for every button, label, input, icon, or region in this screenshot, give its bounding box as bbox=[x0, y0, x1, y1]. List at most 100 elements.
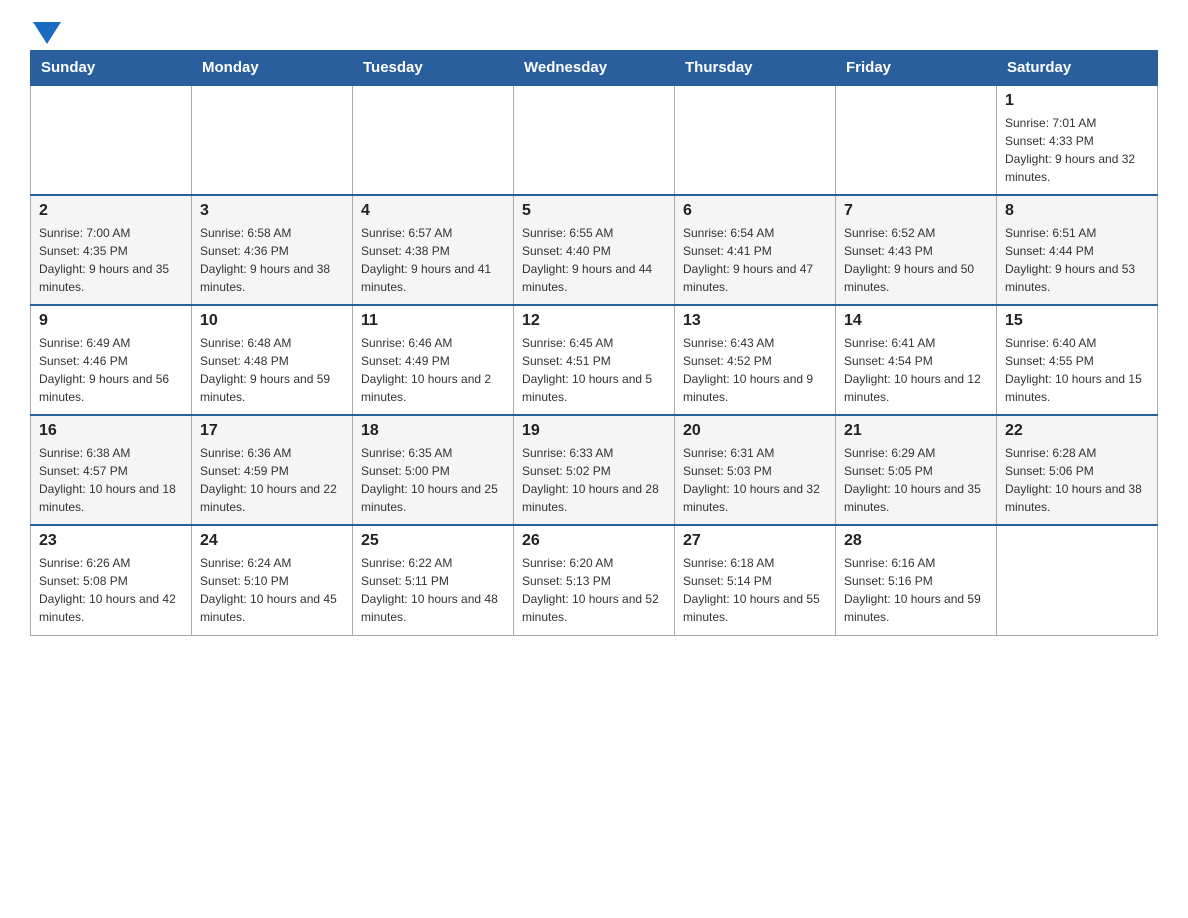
day-number: 20 bbox=[683, 422, 827, 440]
calendar-cell: 10 Sunrise: 6:48 AMSunset: 4:48 PMDayligh… bbox=[192, 305, 353, 415]
column-header-thursday: Thursday bbox=[675, 51, 836, 86]
day-number: 10 bbox=[200, 312, 344, 330]
day-info: Sunrise: 6:36 AMSunset: 4:59 PMDaylight:… bbox=[200, 444, 344, 516]
day-number: 22 bbox=[1005, 422, 1149, 440]
day-info: Sunrise: 6:49 AMSunset: 4:46 PMDaylight:… bbox=[39, 334, 183, 406]
day-info: Sunrise: 6:26 AMSunset: 5:08 PMDaylight:… bbox=[39, 554, 183, 626]
day-number: 15 bbox=[1005, 312, 1149, 330]
day-info: Sunrise: 6:52 AMSunset: 4:43 PMDaylight:… bbox=[844, 224, 988, 296]
calendar-cell bbox=[31, 85, 192, 195]
calendar-cell: 7 Sunrise: 6:52 AMSunset: 4:43 PMDaylight… bbox=[836, 195, 997, 305]
calendar-cell: 4Sunrise: 6:57 AMSunset: 4:38 PMDaylight… bbox=[353, 195, 514, 305]
calendar-cell: 24 Sunrise: 6:24 AMSunset: 5:10 PMDayligh… bbox=[192, 525, 353, 635]
day-number: 25 bbox=[361, 532, 505, 550]
day-info: Sunrise: 6:22 AMSunset: 5:11 PMDaylight:… bbox=[361, 554, 505, 626]
calendar-cell: 8 Sunrise: 6:51 AMSunset: 4:44 PMDaylight… bbox=[997, 195, 1158, 305]
day-info: Sunrise: 6:45 AMSunset: 4:51 PMDaylight:… bbox=[522, 334, 666, 406]
day-info: Sunrise: 6:20 AMSunset: 5:13 PMDaylight:… bbox=[522, 554, 666, 626]
day-info: Sunrise: 6:57 AMSunset: 4:38 PMDaylight:… bbox=[361, 224, 505, 296]
day-info: Sunrise: 6:33 AMSunset: 5:02 PMDaylight:… bbox=[522, 444, 666, 516]
day-info: Sunrise: 7:01 AMSunset: 4:33 PMDaylight:… bbox=[1005, 114, 1149, 186]
day-number: 16 bbox=[39, 422, 183, 440]
day-number: 3 bbox=[200, 202, 344, 220]
calendar-cell: 23 Sunrise: 6:26 AMSunset: 5:08 PMDayligh… bbox=[31, 525, 192, 635]
day-number: 18 bbox=[361, 422, 505, 440]
day-info: Sunrise: 6:31 AMSunset: 5:03 PMDaylight:… bbox=[683, 444, 827, 516]
day-info: Sunrise: 6:55 AMSunset: 4:40 PMDaylight:… bbox=[522, 224, 666, 296]
calendar-cell bbox=[836, 85, 997, 195]
day-info: Sunrise: 7:00 AMSunset: 4:35 PMDaylight:… bbox=[39, 224, 183, 296]
day-number: 28 bbox=[844, 532, 988, 550]
calendar-cell: 22 Sunrise: 6:28 AMSunset: 5:06 PMDayligh… bbox=[997, 415, 1158, 525]
day-number: 23 bbox=[39, 532, 183, 550]
calendar-cell: 21 Sunrise: 6:29 AMSunset: 5:05 PMDayligh… bbox=[836, 415, 997, 525]
day-number: 12 bbox=[522, 312, 666, 330]
day-number: 5 bbox=[522, 202, 666, 220]
calendar-cell bbox=[997, 525, 1158, 635]
logo bbox=[30, 20, 61, 40]
calendar-cell: 1Sunrise: 7:01 AMSunset: 4:33 PMDaylight… bbox=[997, 85, 1158, 195]
calendar-cell: 20 Sunrise: 6:31 AMSunset: 5:03 PMDayligh… bbox=[675, 415, 836, 525]
column-header-tuesday: Tuesday bbox=[353, 51, 514, 86]
calendar-cell bbox=[353, 85, 514, 195]
day-number: 21 bbox=[844, 422, 988, 440]
calendar-cell: 17 Sunrise: 6:36 AMSunset: 4:59 PMDayligh… bbox=[192, 415, 353, 525]
calendar-cell: 27 Sunrise: 6:18 AMSunset: 5:14 PMDayligh… bbox=[675, 525, 836, 635]
logo-triangle-icon bbox=[33, 22, 61, 44]
calendar-cell: 11 Sunrise: 6:46 AMSunset: 4:49 PMDayligh… bbox=[353, 305, 514, 415]
calendar-cell: 28 Sunrise: 6:16 AMSunset: 5:16 PMDayligh… bbox=[836, 525, 997, 635]
day-number: 7 bbox=[844, 202, 988, 220]
day-number: 27 bbox=[683, 532, 827, 550]
calendar-cell: 12 Sunrise: 6:45 AMSunset: 4:51 PMDayligh… bbox=[514, 305, 675, 415]
day-number: 11 bbox=[361, 312, 505, 330]
calendar-cell: 5 Sunrise: 6:55 AMSunset: 4:40 PMDaylight… bbox=[514, 195, 675, 305]
week-row: 1Sunrise: 7:01 AMSunset: 4:33 PMDaylight… bbox=[31, 85, 1158, 195]
calendar-cell: 13 Sunrise: 6:43 AMSunset: 4:52 PMDayligh… bbox=[675, 305, 836, 415]
calendar-cell: 15 Sunrise: 6:40 AMSunset: 4:55 PMDayligh… bbox=[997, 305, 1158, 415]
day-number: 17 bbox=[200, 422, 344, 440]
calendar-cell: 14Sunrise: 6:41 AMSunset: 4:54 PMDayligh… bbox=[836, 305, 997, 415]
calendar-cell: 25 Sunrise: 6:22 AMSunset: 5:11 PMDayligh… bbox=[353, 525, 514, 635]
day-info: Sunrise: 6:48 AMSunset: 4:48 PMDaylight:… bbox=[200, 334, 344, 406]
column-header-saturday: Saturday bbox=[997, 51, 1158, 86]
day-number: 9 bbox=[39, 312, 183, 330]
day-info: Sunrise: 6:16 AMSunset: 5:16 PMDaylight:… bbox=[844, 554, 988, 626]
calendar-table: SundayMondayTuesdayWednesdayThursdayFrid… bbox=[30, 50, 1158, 636]
column-header-wednesday: Wednesday bbox=[514, 51, 675, 86]
day-number: 6 bbox=[683, 202, 827, 220]
day-info: Sunrise: 6:40 AMSunset: 4:55 PMDaylight:… bbox=[1005, 334, 1149, 406]
day-number: 14 bbox=[844, 312, 988, 330]
day-info: Sunrise: 6:24 AMSunset: 5:10 PMDaylight:… bbox=[200, 554, 344, 626]
column-header-friday: Friday bbox=[836, 51, 997, 86]
day-info: Sunrise: 6:18 AMSunset: 5:14 PMDaylight:… bbox=[683, 554, 827, 626]
day-number: 8 bbox=[1005, 202, 1149, 220]
column-header-sunday: Sunday bbox=[31, 51, 192, 86]
calendar-cell: 18Sunrise: 6:35 AMSunset: 5:00 PMDayligh… bbox=[353, 415, 514, 525]
day-number: 13 bbox=[683, 312, 827, 330]
calendar-header: SundayMondayTuesdayWednesdayThursdayFrid… bbox=[31, 51, 1158, 86]
header-row: SundayMondayTuesdayWednesdayThursdayFrid… bbox=[31, 51, 1158, 86]
week-row: 2Sunrise: 7:00 AMSunset: 4:35 PMDaylight… bbox=[31, 195, 1158, 305]
page-header bbox=[30, 20, 1158, 40]
calendar-cell bbox=[514, 85, 675, 195]
day-info: Sunrise: 6:38 AMSunset: 4:57 PMDaylight:… bbox=[39, 444, 183, 516]
week-row: 23 Sunrise: 6:26 AMSunset: 5:08 PMDayligh… bbox=[31, 525, 1158, 635]
day-info: Sunrise: 6:43 AMSunset: 4:52 PMDaylight:… bbox=[683, 334, 827, 406]
calendar-cell: 26Sunrise: 6:20 AMSunset: 5:13 PMDayligh… bbox=[514, 525, 675, 635]
day-info: Sunrise: 6:28 AMSunset: 5:06 PMDaylight:… bbox=[1005, 444, 1149, 516]
calendar-cell bbox=[675, 85, 836, 195]
calendar-cell: 6 Sunrise: 6:54 AMSunset: 4:41 PMDaylight… bbox=[675, 195, 836, 305]
day-info: Sunrise: 6:51 AMSunset: 4:44 PMDaylight:… bbox=[1005, 224, 1149, 296]
calendar-cell: 9 Sunrise: 6:49 AMSunset: 4:46 PMDaylight… bbox=[31, 305, 192, 415]
day-info: Sunrise: 6:46 AMSunset: 4:49 PMDaylight:… bbox=[361, 334, 505, 406]
day-info: Sunrise: 6:29 AMSunset: 5:05 PMDaylight:… bbox=[844, 444, 988, 516]
week-row: 9 Sunrise: 6:49 AMSunset: 4:46 PMDaylight… bbox=[31, 305, 1158, 415]
calendar-body: 1Sunrise: 7:01 AMSunset: 4:33 PMDaylight… bbox=[31, 85, 1158, 635]
day-number: 24 bbox=[200, 532, 344, 550]
week-row: 16 Sunrise: 6:38 AMSunset: 4:57 PMDayligh… bbox=[31, 415, 1158, 525]
calendar-cell: 2Sunrise: 7:00 AMSunset: 4:35 PMDaylight… bbox=[31, 195, 192, 305]
day-number: 19 bbox=[522, 422, 666, 440]
calendar-cell: 16 Sunrise: 6:38 AMSunset: 4:57 PMDayligh… bbox=[31, 415, 192, 525]
day-info: Sunrise: 6:54 AMSunset: 4:41 PMDaylight:… bbox=[683, 224, 827, 296]
calendar-cell: 19 Sunrise: 6:33 AMSunset: 5:02 PMDayligh… bbox=[514, 415, 675, 525]
